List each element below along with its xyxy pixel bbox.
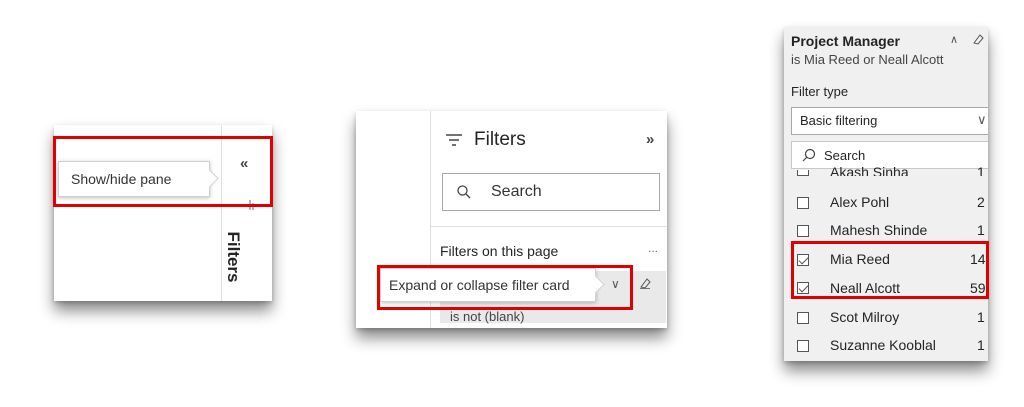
section-divider	[431, 226, 667, 227]
item-label: Scot Milroy	[830, 309, 900, 325]
filter-card-expanded: Project Manager ∧ is Mia Reed or Neall A…	[784, 27, 988, 361]
filter-lines-icon	[247, 198, 257, 210]
eraser-icon[interactable]	[638, 276, 652, 290]
more-options-icon[interactable]: ...	[648, 241, 658, 255]
item-count: 1	[977, 337, 985, 353]
filter-type-label: Filter type	[791, 84, 849, 99]
tooltip-text: Show/hide pane	[71, 171, 172, 187]
checkbox[interactable]	[797, 340, 809, 352]
filter-type-value: Basic filtering	[800, 113, 878, 128]
item-label: Suzanne Kooblal	[830, 337, 936, 353]
tooltip-text: Expand or collapse filter card	[389, 277, 570, 293]
filter-icon	[445, 133, 463, 147]
chevron-up-icon[interactable]: ∧	[950, 33, 958, 46]
double-chevron-right-icon[interactable]: »	[646, 131, 654, 148]
checkbox-checked[interactable]	[797, 254, 809, 266]
item-count: 14	[970, 251, 986, 267]
search-placeholder: Search	[824, 148, 866, 163]
collapsed-filter-pane: « Filters Show/hide pane	[54, 125, 272, 301]
item-label: Mahesh Shinde	[830, 222, 928, 238]
show-hide-pane-tooltip: Show/hide pane	[58, 161, 210, 197]
expanded-filter-pane: Filters » Search Filters on this page ..…	[356, 111, 667, 328]
checkbox[interactable]	[797, 197, 809, 209]
item-count: 1	[977, 164, 985, 176]
item-label: Alex Pohl	[830, 194, 890, 210]
expand-collapse-tooltip: Expand or collapse filter card	[380, 268, 596, 302]
item-count: 59	[970, 280, 986, 296]
checkbox[interactable]	[797, 225, 809, 237]
card-subtitle: is Mia Reed or Neall Alcott	[791, 52, 944, 67]
checkbox-checked[interactable]	[797, 282, 809, 294]
chevron-down-icon[interactable]: ∨	[611, 277, 620, 291]
search-input[interactable]: Search	[442, 173, 660, 211]
item-count: 2	[977, 194, 985, 210]
double-chevron-left-icon[interactable]: «	[240, 155, 248, 172]
filter-type-select[interactable]: Basic filtering ∨	[791, 107, 988, 135]
item-label: Akash Sinha	[830, 164, 909, 176]
section-label: Filters on this page	[440, 243, 559, 259]
item-label: Neall Alcott	[830, 280, 901, 296]
vertical-filters-label[interactable]: Filters	[218, 217, 248, 297]
search-icon	[802, 148, 816, 162]
card-subtitle: is not (blank)	[450, 309, 525, 324]
checkbox[interactable]	[797, 312, 809, 324]
checkbox[interactable]	[797, 170, 809, 176]
pane-title: Filters	[474, 129, 526, 150]
search-placeholder: Search	[491, 183, 542, 200]
card-title: Project Manager	[791, 33, 900, 49]
search-icon	[457, 185, 471, 199]
item-count: 1	[977, 222, 985, 238]
eraser-icon[interactable]	[971, 32, 985, 46]
chevron-down-icon: ∨	[977, 112, 987, 127]
item-count: 1	[977, 309, 985, 325]
item-label: Mia Reed	[830, 251, 890, 267]
